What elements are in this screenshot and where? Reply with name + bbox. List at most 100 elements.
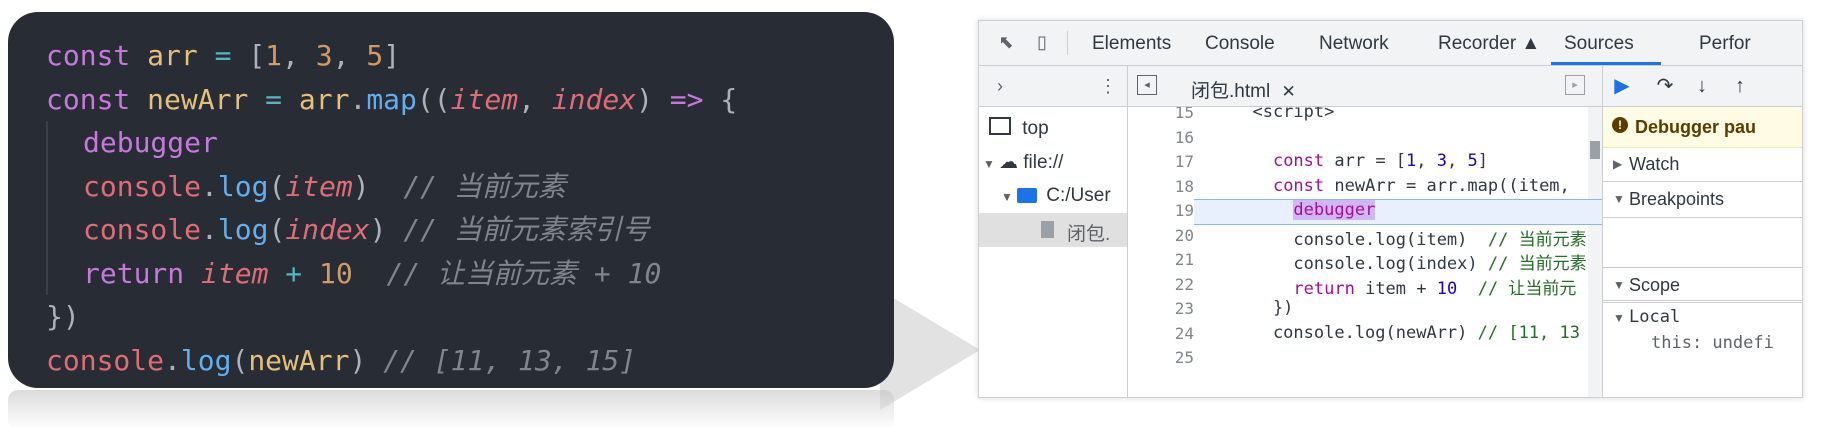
cloud-icon: ☁ bbox=[999, 152, 1018, 173]
tab-console[interactable]: Console bbox=[1205, 33, 1275, 55]
frame-icon bbox=[989, 117, 1011, 135]
chevron-right-icon[interactable]: › bbox=[989, 75, 1011, 97]
expanded-caret-icon: ▼ bbox=[1613, 192, 1625, 206]
step-out-icon[interactable]: ↑ bbox=[1729, 75, 1751, 97]
tab-performance[interactable]: Perfor bbox=[1699, 33, 1751, 55]
editor-line: debugger bbox=[1293, 200, 1376, 220]
code-line: return item + 10 // 让当前元素 + 10 bbox=[46, 251, 737, 295]
tab-elements[interactable]: Elements bbox=[1092, 33, 1171, 55]
code-token: (( bbox=[416, 82, 451, 116]
scroll-thumb[interactable] bbox=[1590, 141, 1600, 159]
tab-network[interactable]: Network bbox=[1319, 33, 1389, 55]
tab-recorder[interactable]: Recorder ▲ bbox=[1438, 33, 1540, 55]
code-token: console bbox=[83, 169, 202, 203]
tree-item-folder[interactable]: ▼ C:/User bbox=[1001, 185, 1111, 207]
code-line: }) bbox=[46, 295, 737, 339]
paused-text: Debugger pau bbox=[1635, 117, 1757, 137]
resume-icon[interactable]: ▶ bbox=[1611, 75, 1633, 97]
code-token: , bbox=[282, 39, 316, 72]
editor-line: console.log(item) // 当前元素 bbox=[1232, 229, 1587, 250]
code-token: ) bbox=[352, 169, 404, 203]
inspect-element-icon[interactable]: ⬉ bbox=[995, 31, 1017, 53]
step-into-icon[interactable]: ↓ bbox=[1691, 75, 1713, 97]
code-token: item bbox=[201, 256, 269, 290]
line-number[interactable]: 22 bbox=[1128, 275, 1194, 294]
code-token: = bbox=[197, 39, 249, 72]
line-number[interactable]: 21 bbox=[1128, 250, 1194, 269]
code-editor[interactable]: 15 <script> 16 17 const arr = [1, 3, 5] 18 … bbox=[1128, 107, 1602, 397]
code-token: console bbox=[83, 213, 202, 246]
collapsed-caret-icon: ▶ bbox=[1613, 157, 1623, 171]
watch-label: Watch bbox=[1629, 154, 1680, 174]
line-number[interactable]: 19 bbox=[1128, 201, 1194, 220]
active-tab-indicator bbox=[1551, 62, 1661, 65]
subbar-divider-2 bbox=[1602, 66, 1603, 106]
code-token: 10 bbox=[319, 256, 353, 290]
code-token: ) bbox=[349, 343, 384, 377]
code-token: item bbox=[285, 169, 353, 203]
code-token: + bbox=[268, 256, 320, 290]
folder-icon bbox=[1017, 188, 1037, 203]
card-shadow bbox=[880, 290, 980, 410]
code-token: debugger bbox=[83, 126, 218, 159]
code-token: ] bbox=[383, 39, 401, 72]
code-token: newArr bbox=[147, 82, 249, 116]
line-number[interactable]: 25 bbox=[1128, 348, 1194, 367]
code-token: 1 bbox=[265, 39, 283, 72]
code-token: => bbox=[669, 82, 704, 116]
more-options-icon[interactable]: ⋮ bbox=[1097, 75, 1119, 97]
tree-item-top[interactable]: top bbox=[989, 117, 1049, 140]
toggle-navigator-icon[interactable]: ◂ bbox=[1137, 75, 1157, 95]
code-token: ( bbox=[268, 169, 286, 203]
close-icon[interactable]: ✕ bbox=[1281, 82, 1295, 101]
local-label: Local bbox=[1629, 307, 1681, 327]
tree-label-file: 闭包. bbox=[1067, 224, 1111, 245]
code-token: newArr bbox=[248, 343, 350, 377]
code-card: const arr = [1, 3, 5] const newArr = arr.… bbox=[8, 12, 894, 388]
code-token: index bbox=[551, 82, 637, 116]
this-value: this: undefi bbox=[1651, 333, 1774, 353]
tab-sources[interactable]: Sources bbox=[1564, 33, 1634, 55]
devtools-window: ⬉ ▯ Elements Console Network Recorder ▲ … bbox=[978, 20, 1803, 398]
code-token: ) bbox=[369, 213, 404, 246]
code-token: = bbox=[248, 82, 299, 116]
scope-section[interactable]: ▼ Scope bbox=[1603, 267, 1802, 303]
toggle-debugger-icon[interactable]: ▸ bbox=[1565, 75, 1585, 95]
line-number[interactable]: 24 bbox=[1128, 324, 1194, 343]
code-token: item bbox=[450, 82, 519, 116]
code-line: const arr = [1, 3, 5] bbox=[46, 34, 737, 78]
code-token: // 当前元素索引号 bbox=[403, 213, 650, 246]
tree-item-origin[interactable]: ▼ ☁ file:// bbox=[983, 151, 1063, 174]
code-token: // 让当前元素 + 10 bbox=[386, 256, 662, 290]
editor-line: <script> bbox=[1232, 107, 1335, 122]
code-token: const bbox=[46, 39, 148, 72]
code-token: log bbox=[217, 169, 269, 203]
code-token: . bbox=[349, 82, 367, 116]
expanded-caret-icon: ▼ bbox=[1613, 278, 1625, 292]
device-toolbar-icon[interactable]: ▯ bbox=[1031, 31, 1053, 53]
code-line: console.log(item) // 当前元素 bbox=[46, 164, 737, 208]
code-line: console.log(newArr) // [11, 13, 15] bbox=[46, 339, 737, 383]
code-token: . bbox=[164, 343, 181, 377]
code-token: 3 bbox=[315, 39, 333, 72]
line-number[interactable]: 17 bbox=[1128, 152, 1194, 171]
line-number[interactable]: 16 bbox=[1128, 128, 1194, 147]
line-number[interactable]: 15 bbox=[1128, 107, 1194, 122]
line-number[interactable]: 18 bbox=[1128, 177, 1194, 196]
debugger-sidebar: ! Debugger pau ▶ Watch ▼ Breakpoints ▼ S… bbox=[1602, 107, 1802, 397]
code-token: ( bbox=[268, 213, 286, 246]
line-number[interactable]: 20 bbox=[1128, 226, 1194, 245]
code-token: // 当前元素 bbox=[403, 169, 566, 203]
line-number[interactable]: 23 bbox=[1128, 299, 1194, 318]
code-token: ( bbox=[231, 343, 249, 377]
file-tab[interactable]: 闭包.html ✕ bbox=[1191, 76, 1296, 103]
code-token: const bbox=[46, 82, 148, 116]
expand-icon: ▼ bbox=[983, 157, 995, 171]
step-over-icon[interactable]: ↷ bbox=[1654, 75, 1676, 97]
editor-scrollbar[interactable] bbox=[1588, 107, 1602, 397]
tree-item-file[interactable]: 闭包. bbox=[979, 213, 1127, 247]
sources-subbar: › ⋮ ◂ 闭包.html ✕ ▸ ▶ ↷ ↓ ↑ bbox=[979, 66, 1802, 107]
tree-label-origin: file:// bbox=[1023, 152, 1064, 173]
code-token: { bbox=[703, 82, 738, 116]
watch-section[interactable]: ▶ Watch bbox=[1603, 147, 1802, 182]
